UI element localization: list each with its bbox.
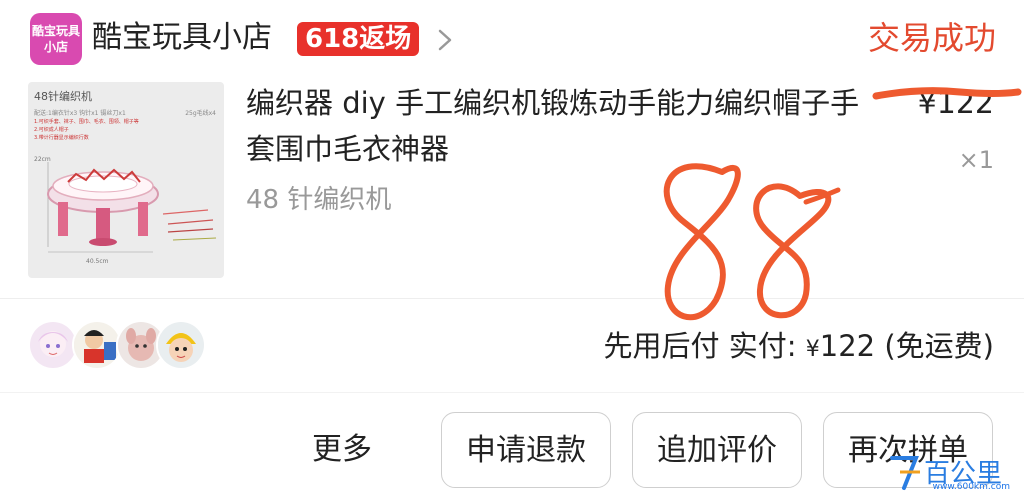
avatar[interactable] (72, 320, 122, 370)
paid-amount: 122 (819, 329, 876, 363)
product-quantity: ×1 (958, 146, 994, 174)
knitting-machine-illustration (47, 162, 217, 253)
refund-button[interactable]: 申请退款 (441, 412, 611, 488)
currency-symbol: ¥ (805, 337, 820, 362)
store-logo-line2: 小店 (43, 40, 68, 54)
product-title[interactable]: 编织器 diy 手工编织机锻炼动手能力编织帽子手套围巾毛衣神器 (246, 80, 866, 172)
store-logo[interactable]: 酷宝玩具 小店 (30, 13, 82, 65)
store-logo-line1: 酷宝玩具 (31, 24, 80, 38)
paid-label: 实付: (728, 329, 797, 363)
divider (0, 298, 1024, 299)
payment-summary: 先用后付 实付: ¥122 (免运费) (604, 324, 994, 372)
order-status: 交易成功 (867, 19, 996, 57)
shipping-note: (免运费) (884, 329, 994, 363)
add-review-button[interactable]: 追加评价 (632, 412, 802, 488)
avatar[interactable] (156, 320, 206, 370)
product-image[interactable]: 48针编织机 配送:1编衣针x3 钩针x1 镊丝刀x1 25g毛线x4 1.可织… (28, 82, 224, 278)
payment-method: 先用后付 (603, 329, 720, 363)
handwritten-digit-8 (753, 183, 832, 319)
more-button[interactable]: 更多 (312, 428, 372, 472)
product-spec: 48 针编织机 (246, 185, 392, 215)
product-price: ¥122 (917, 86, 994, 121)
divider (0, 392, 1024, 393)
avatar[interactable] (28, 320, 78, 370)
chevron-right-icon[interactable] (432, 25, 458, 55)
store-name[interactable]: 酷宝玩具小店 (92, 16, 272, 60)
handwritten-digit-8 (663, 163, 741, 321)
watermark-url: www.600km.com (932, 482, 1010, 492)
promo-badge[interactable]: 618返场 (297, 22, 420, 56)
